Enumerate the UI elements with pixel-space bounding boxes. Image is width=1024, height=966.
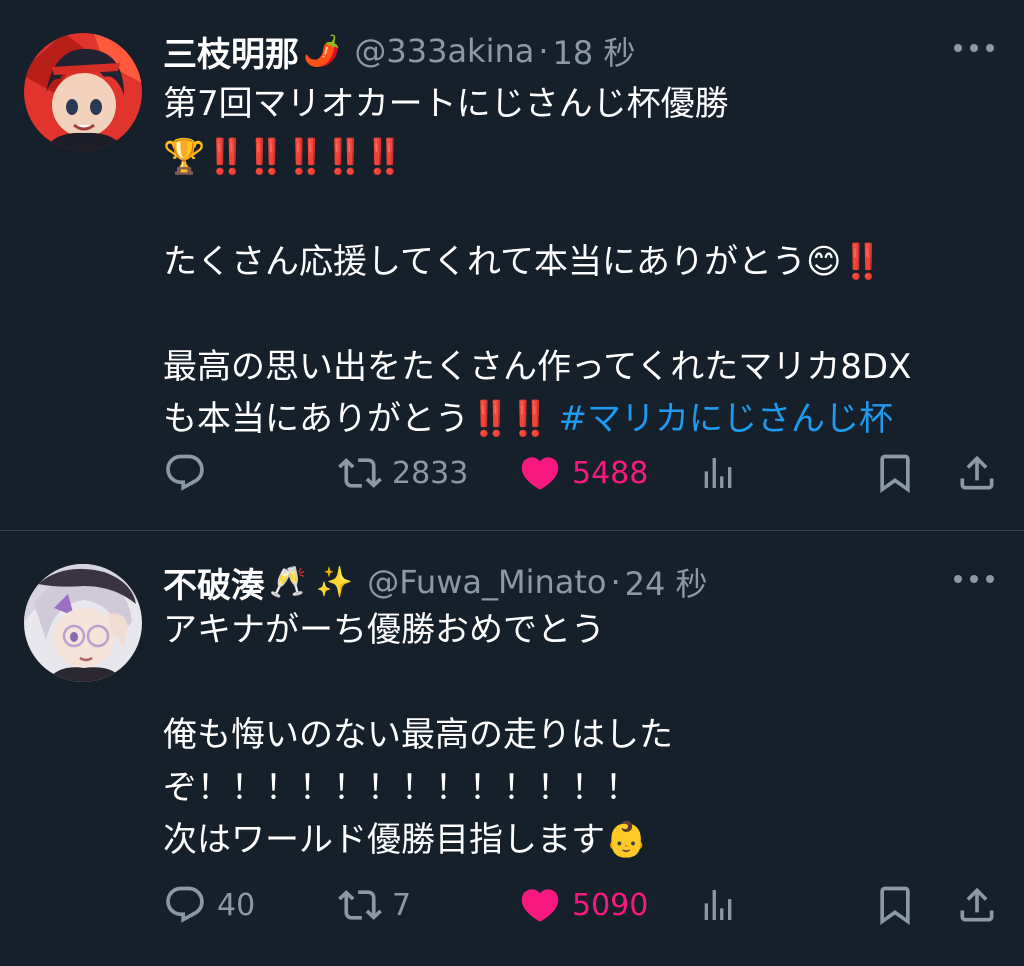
- bookmark-button[interactable]: [873, 880, 917, 930]
- retweet-button[interactable]: 7: [338, 880, 411, 930]
- bookmark-icon: [880, 886, 910, 926]
- views-button[interactable]: [698, 448, 738, 498]
- user-handle[interactable]: @333akina: [354, 32, 534, 70]
- share-icon: [960, 455, 994, 490]
- bookmark-button[interactable]: [873, 448, 917, 498]
- retweet-button[interactable]: 2833: [338, 448, 468, 498]
- share-button[interactable]: [955, 880, 999, 930]
- tweet-actions: 2833 5488: [163, 448, 994, 498]
- hashtag-link[interactable]: #マリカにじさんじ杯: [558, 399, 893, 439]
- tweet-actions: 40 7 5090: [163, 880, 994, 930]
- timestamp[interactable]: 18 秒: [553, 28, 636, 74]
- more-icon[interactable]: [954, 38, 994, 58]
- retweet-count: 7: [392, 887, 412, 923]
- share-button[interactable]: [955, 448, 999, 498]
- reply-button[interactable]: 40: [163, 880, 255, 930]
- views-icon: [704, 458, 732, 488]
- text-line: アキナがーち優勝おめでとう: [163, 610, 605, 650]
- like-button[interactable]: 5488: [518, 448, 648, 498]
- reply-count: 40: [217, 887, 256, 923]
- views-icon: [704, 890, 732, 920]
- celebration-emoji: 🥂 ✨: [269, 564, 354, 600]
- smile-emoji: 😊: [805, 241, 842, 282]
- tweet[interactable]: 三枝明那 🌶️ @333akina · 18 秒 第7回マリオカートにじさんじ杯…: [0, 0, 1024, 530]
- text-line: 次はワールド優勝目指します: [163, 820, 605, 860]
- reply-icon: [166, 454, 204, 491]
- timestamp[interactable]: 24 秒: [625, 559, 708, 605]
- text-line: 俺も悔いのない最高の走りはした: [163, 715, 673, 755]
- text-line: 最高の思い出をたくさん作ってくれたマリカ8DX: [163, 346, 912, 387]
- text-line: たくさん応援してくれて本当にありがとう: [163, 241, 806, 282]
- like-button[interactable]: 5090: [518, 880, 648, 930]
- timeline-feed: 三枝明那 🌶️ @333akina · 18 秒 第7回マリオカートにじさんじ杯…: [0, 0, 1024, 966]
- text-line: 第7回マリオカートにじさんじ杯優勝: [163, 84, 729, 124]
- trophy-emoji: 🏆: [163, 136, 206, 177]
- tweet-header: 不破湊 🥂 ✨ @Fuwa_Minato · 24 秒: [163, 557, 1004, 607]
- tweet-text: 第7回マリオカートにじさんじ杯優勝 🏆‼️‼️‼️‼️‼️ たくさん応援してくれ…: [163, 78, 994, 446]
- separator-dot: ·: [610, 563, 621, 601]
- exclamation-emoji: ‼️: [841, 241, 883, 282]
- display-name[interactable]: 不破湊: [163, 558, 265, 607]
- display-name[interactable]: 三枝明那: [163, 27, 299, 76]
- avatar[interactable]: [24, 564, 142, 682]
- exclamation-emoji: ‼️‼️‼️‼️‼️: [205, 136, 405, 177]
- views-button[interactable]: [698, 880, 738, 930]
- retweet-icon: [338, 458, 382, 488]
- user-handle[interactable]: @Fuwa_Minato: [367, 563, 606, 601]
- retweet-icon: [338, 890, 382, 920]
- heart-icon: [521, 457, 559, 490]
- avatar-image: [24, 564, 142, 682]
- text-line: ぞ！！！！！！！！！！！！！: [163, 767, 639, 808]
- retweet-count: 2833: [392, 455, 469, 491]
- separator-dot: ·: [538, 32, 549, 70]
- like-count: 5090: [572, 887, 649, 923]
- like-count: 5488: [572, 455, 649, 491]
- more-icon[interactable]: [954, 569, 994, 589]
- avatar[interactable]: [24, 33, 142, 151]
- reply-button[interactable]: [163, 448, 217, 498]
- share-icon: [960, 887, 994, 922]
- text-line: も本当にありがとう: [163, 399, 469, 439]
- heart-icon: [521, 889, 559, 922]
- bookmark-icon: [880, 454, 910, 494]
- exclamation-emoji: ‼️‼️: [469, 399, 551, 439]
- tweet-header: 三枝明那 🌶️ @333akina · 18 秒: [163, 26, 1004, 76]
- pepper-emoji: 🌶️: [303, 33, 341, 69]
- reply-icon: [166, 886, 204, 923]
- tweet-text: アキナがーち優勝おめでとう 俺も悔いのない最高の走りはした ぞ！！！！！！！！！…: [163, 604, 994, 867]
- baby-emoji: 👶: [605, 820, 648, 860]
- avatar-image: [24, 33, 142, 151]
